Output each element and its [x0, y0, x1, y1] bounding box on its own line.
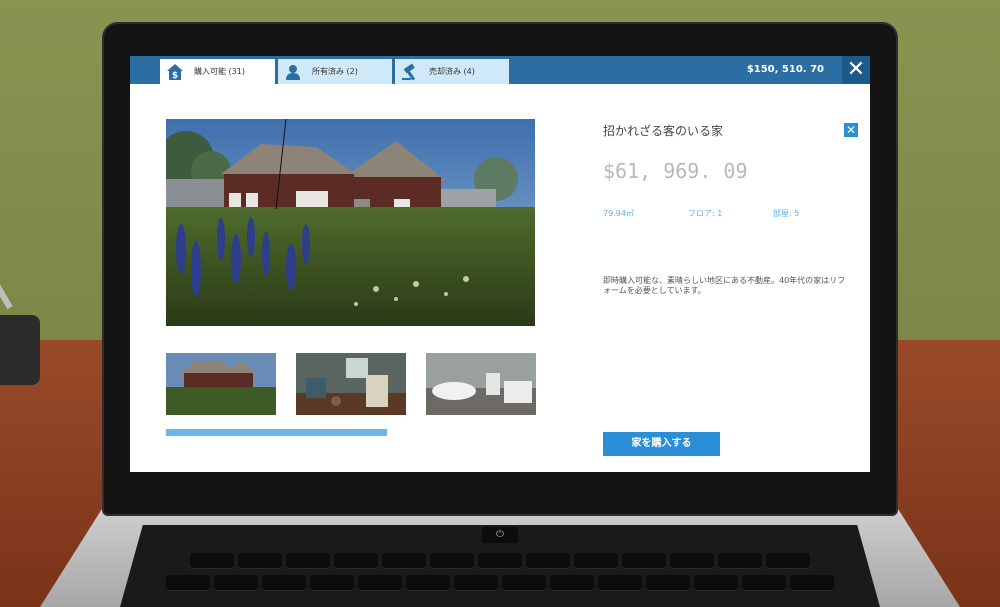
key: [478, 553, 522, 569]
key: [790, 575, 834, 591]
tab-sold[interactable]: 売却済み (4): [395, 59, 509, 84]
tab-owned[interactable]: 所有済み (2): [278, 59, 392, 84]
key: [406, 575, 450, 591]
key: [334, 553, 378, 569]
tab-label: 購入可能 (31): [194, 67, 245, 76]
key: [238, 553, 282, 569]
house-title: 招かれざる客のいる家: [603, 124, 724, 138]
bedroom-thumb: [296, 353, 406, 415]
balance: $150, 510. 70: [746, 64, 824, 75]
key: [694, 575, 738, 591]
lamp-arm: [0, 271, 13, 310]
close-icon[interactable]: ✕: [842, 56, 870, 84]
svg-text:$: $: [172, 71, 178, 81]
bathroom-thumb: [426, 353, 536, 415]
key: [262, 575, 306, 591]
tab-label: 売却済み (4): [429, 67, 475, 76]
key: [574, 553, 618, 569]
buy-house-button[interactable]: 家を購入する: [603, 432, 720, 456]
power-button[interactable]: ⏻: [482, 527, 518, 543]
tab-label: 所有済み (2): [312, 67, 358, 76]
key: [670, 553, 714, 569]
house-photo-main: [166, 119, 535, 326]
key: [286, 553, 330, 569]
gallery-progress-fill: [166, 429, 388, 436]
key-row: [120, 575, 880, 593]
key: [526, 553, 570, 569]
house-exterior-image: [166, 119, 535, 326]
house-description: 即時購入可能な、素晴らしい地区にある不動産。40年代の家はリフォームを必要として…: [603, 276, 846, 295]
gavel-icon: [402, 63, 416, 81]
close-detail-icon[interactable]: ✕: [844, 123, 858, 137]
key: [646, 575, 690, 591]
thumbnail-bedroom[interactable]: [296, 353, 406, 415]
tab-available[interactable]: $ 購入可能 (31): [160, 59, 275, 84]
house-dollar-icon: $: [167, 64, 183, 81]
key: [358, 575, 402, 591]
thumbnail-exterior[interactable]: [166, 353, 276, 415]
game-screen: $ 購入可能 (31) 所有済み (2) 売却済み (4) $150, 510.…: [130, 56, 870, 472]
key: [430, 553, 474, 569]
lamp-base: [0, 315, 40, 385]
person-icon: [286, 65, 300, 80]
key: [310, 575, 354, 591]
house-price: $61, 969. 09: [603, 159, 748, 183]
key-row: [120, 553, 880, 571]
thumbnail-bathroom[interactable]: [426, 353, 536, 415]
key: [718, 553, 762, 569]
key: [214, 575, 258, 591]
top-bar: $ 購入可能 (31) 所有済み (2) 売却済み (4) $150, 510.…: [130, 56, 870, 84]
key: [382, 553, 426, 569]
key: [166, 575, 210, 591]
key: [190, 553, 234, 569]
house-exterior-thumb: [166, 353, 276, 415]
gallery-progress: [166, 429, 535, 436]
key: [598, 575, 642, 591]
key: [622, 553, 666, 569]
house-area: 79.94㎡: [603, 209, 634, 218]
key: [502, 575, 546, 591]
house-floors: フロア: 1: [688, 209, 723, 218]
key: [766, 553, 810, 569]
key: [454, 575, 498, 591]
key: [550, 575, 594, 591]
key: [742, 575, 786, 591]
house-rooms: 部屋: 5: [773, 209, 800, 218]
